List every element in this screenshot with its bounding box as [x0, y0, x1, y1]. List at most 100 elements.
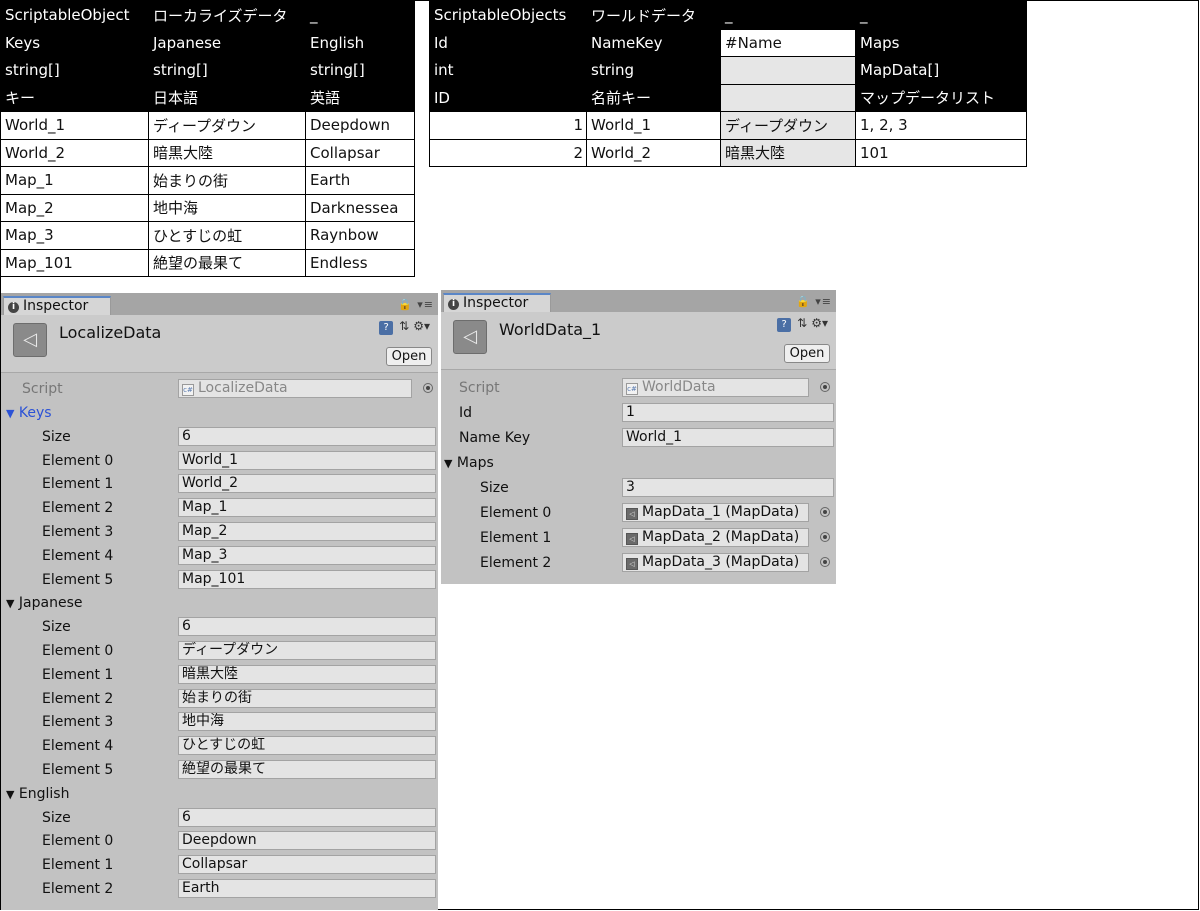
open-button[interactable]: Open [784, 344, 830, 363]
element-label: Element 4 [42, 738, 114, 755]
element-label: Element 0 [42, 642, 114, 659]
lock-icon[interactable]: 🔒 [398, 298, 413, 311]
header-icons: ? ⇅ ⚙▾ [379, 319, 434, 335]
menu-icon[interactable]: ▾≡ [417, 298, 434, 311]
info-icon: i [8, 302, 19, 313]
preset-icon[interactable]: ⇅ [797, 316, 807, 330]
inspector-tab[interactable]: i Inspector [443, 293, 551, 312]
header-cell: #Name [720, 28, 856, 57]
element-row: Element 2 Earth [1, 877, 438, 901]
script-field[interactable]: c# WorldData [622, 378, 809, 397]
script-value: LocalizeData [198, 380, 288, 396]
size-label: Size [42, 428, 71, 445]
localize-table: ScriptableObject ローカライズデータ _ Keys Japanese En… [0, 1, 415, 277]
id-field[interactable]: 1 [622, 403, 834, 422]
header-cell: 日本語 [148, 83, 306, 112]
element-field[interactable]: Map_2 [178, 521, 436, 541]
element-field[interactable]: World_1 [178, 450, 436, 470]
size-field[interactable]: 6 [178, 426, 436, 446]
table-cell: 1, 2, 3 [855, 111, 1027, 140]
element-label: Element 1 [480, 530, 552, 546]
lock-menu-icons[interactable]: 🔒 ▾≡ [398, 298, 434, 311]
gear-icon[interactable]: ⚙▾ [413, 319, 430, 333]
foldout-english[interactable]: ▼ English [1, 782, 438, 806]
element-label: Element 4 [42, 547, 114, 564]
foldout-arrow-icon: ▼ [6, 597, 15, 611]
element-field[interactable]: World_2 [178, 474, 436, 494]
header-cell: string[] [0, 56, 149, 85]
element-field[interactable]: ディープダウン [178, 640, 436, 660]
element-field[interactable]: Collapsar [178, 855, 436, 875]
element-label: Element 2 [42, 500, 114, 517]
header-cell: 名前キー [586, 83, 721, 112]
object-picker-icon[interactable]: o [820, 557, 830, 567]
size-label: Size [42, 619, 71, 636]
header-row: string[] string[] string[] [0, 56, 415, 85]
element-value: MapData_2 (MapData) [642, 529, 800, 545]
name-key-label: Name Key [459, 430, 531, 446]
object-reference-field[interactable]: ◁ MapData_1 (MapData) [622, 503, 809, 522]
header-cell: Maps [855, 28, 1027, 57]
element-field[interactable]: 暗黒大陸 [178, 664, 436, 684]
element-label: Element 2 [42, 690, 114, 707]
table-cell: Map_1 [0, 166, 149, 195]
element-field[interactable]: ひとすじの虹 [178, 736, 436, 756]
foldout-japanese[interactable]: ▼ Japanese [1, 591, 438, 615]
table-row: Map_2 地中海 Darknessea [0, 193, 415, 222]
table-cell: 1 [429, 111, 587, 140]
size-field[interactable]: 6 [178, 617, 436, 637]
name-key-field[interactable]: World_1 [622, 428, 834, 447]
header-cell: _ [720, 1, 856, 30]
gear-icon[interactable]: ⚙▾ [811, 316, 828, 330]
table-cell: 始まりの街 [148, 166, 306, 195]
table-cell: Endless [305, 248, 415, 277]
element-row: Element 0 ディープダウン [1, 639, 438, 663]
element-field[interactable]: 地中海 [178, 712, 436, 732]
lock-menu-icons[interactable]: 🔒 ▾≡ [796, 295, 832, 308]
table-row: 1 World_1 ディープダウン 1, 2, 3 [429, 111, 1027, 140]
help-book-icon[interactable]: ? [379, 321, 394, 335]
name-key-row: Name Key World_1 [441, 426, 836, 451]
header-cell: int [429, 56, 587, 85]
size-field[interactable]: 3 [622, 478, 834, 497]
element-field[interactable]: 絶望の最果て [178, 759, 436, 779]
object-reference-field[interactable]: ◁ MapData_2 (MapData) [622, 528, 809, 547]
header-cell: English [305, 28, 415, 57]
preset-icon[interactable]: ⇅ [399, 319, 409, 333]
element-label: Element 0 [42, 833, 114, 850]
cs-script-icon: c# [182, 384, 194, 396]
object-picker-icon[interactable]: o [820, 532, 830, 542]
object-reference-field[interactable]: ◁ MapData_3 (MapData) [622, 553, 809, 572]
lock-icon[interactable]: 🔒 [796, 295, 811, 308]
object-picker-icon[interactable]: o [820, 382, 830, 392]
inspector-header: ◁ LocalizeData ? ⇅ ⚙▾ Open [1, 315, 438, 373]
table-cell: ディープダウン [720, 111, 856, 140]
element-field[interactable]: Map_3 [178, 545, 436, 565]
maps-foldout[interactable]: ▼ Maps [441, 451, 836, 476]
header-cell: MapData[] [855, 56, 1027, 85]
open-button[interactable]: Open [386, 347, 432, 366]
inspector-tab[interactable]: i Inspector [3, 296, 111, 315]
menu-icon[interactable]: ▾≡ [815, 295, 832, 308]
element-field[interactable]: 始まりの街 [178, 688, 436, 708]
header-row: ScriptableObject ローカライズデータ _ [0, 1, 415, 30]
element-value: MapData_3 (MapData) [642, 554, 800, 570]
element-field[interactable]: Deepdown [178, 831, 436, 851]
header-row: キー 日本語 英語 [0, 83, 415, 112]
element-field[interactable]: Map_101 [178, 569, 436, 589]
header-cell: _ [855, 1, 1027, 30]
element-label: Element 5 [42, 761, 114, 778]
object-picker-icon[interactable] [423, 383, 433, 393]
script-label: Script [459, 380, 500, 396]
help-book-icon[interactable]: ? [777, 318, 792, 332]
script-field[interactable]: c# LocalizeData [178, 379, 412, 398]
element-field[interactable]: Map_1 [178, 498, 436, 518]
table-row: Map_1 始まりの街 Earth [0, 166, 415, 195]
foldout-keys[interactable]: ▼ Keys [1, 401, 438, 425]
element-row: Element 5 絶望の最果て [1, 758, 438, 782]
object-picker-icon[interactable]: o [820, 507, 830, 517]
size-field[interactable]: 6 [178, 807, 436, 827]
element-field[interactable]: Earth [178, 878, 436, 898]
foldout-arrow-icon: ▼ [6, 787, 15, 801]
element-row: Element 0 World_1 [1, 449, 438, 473]
